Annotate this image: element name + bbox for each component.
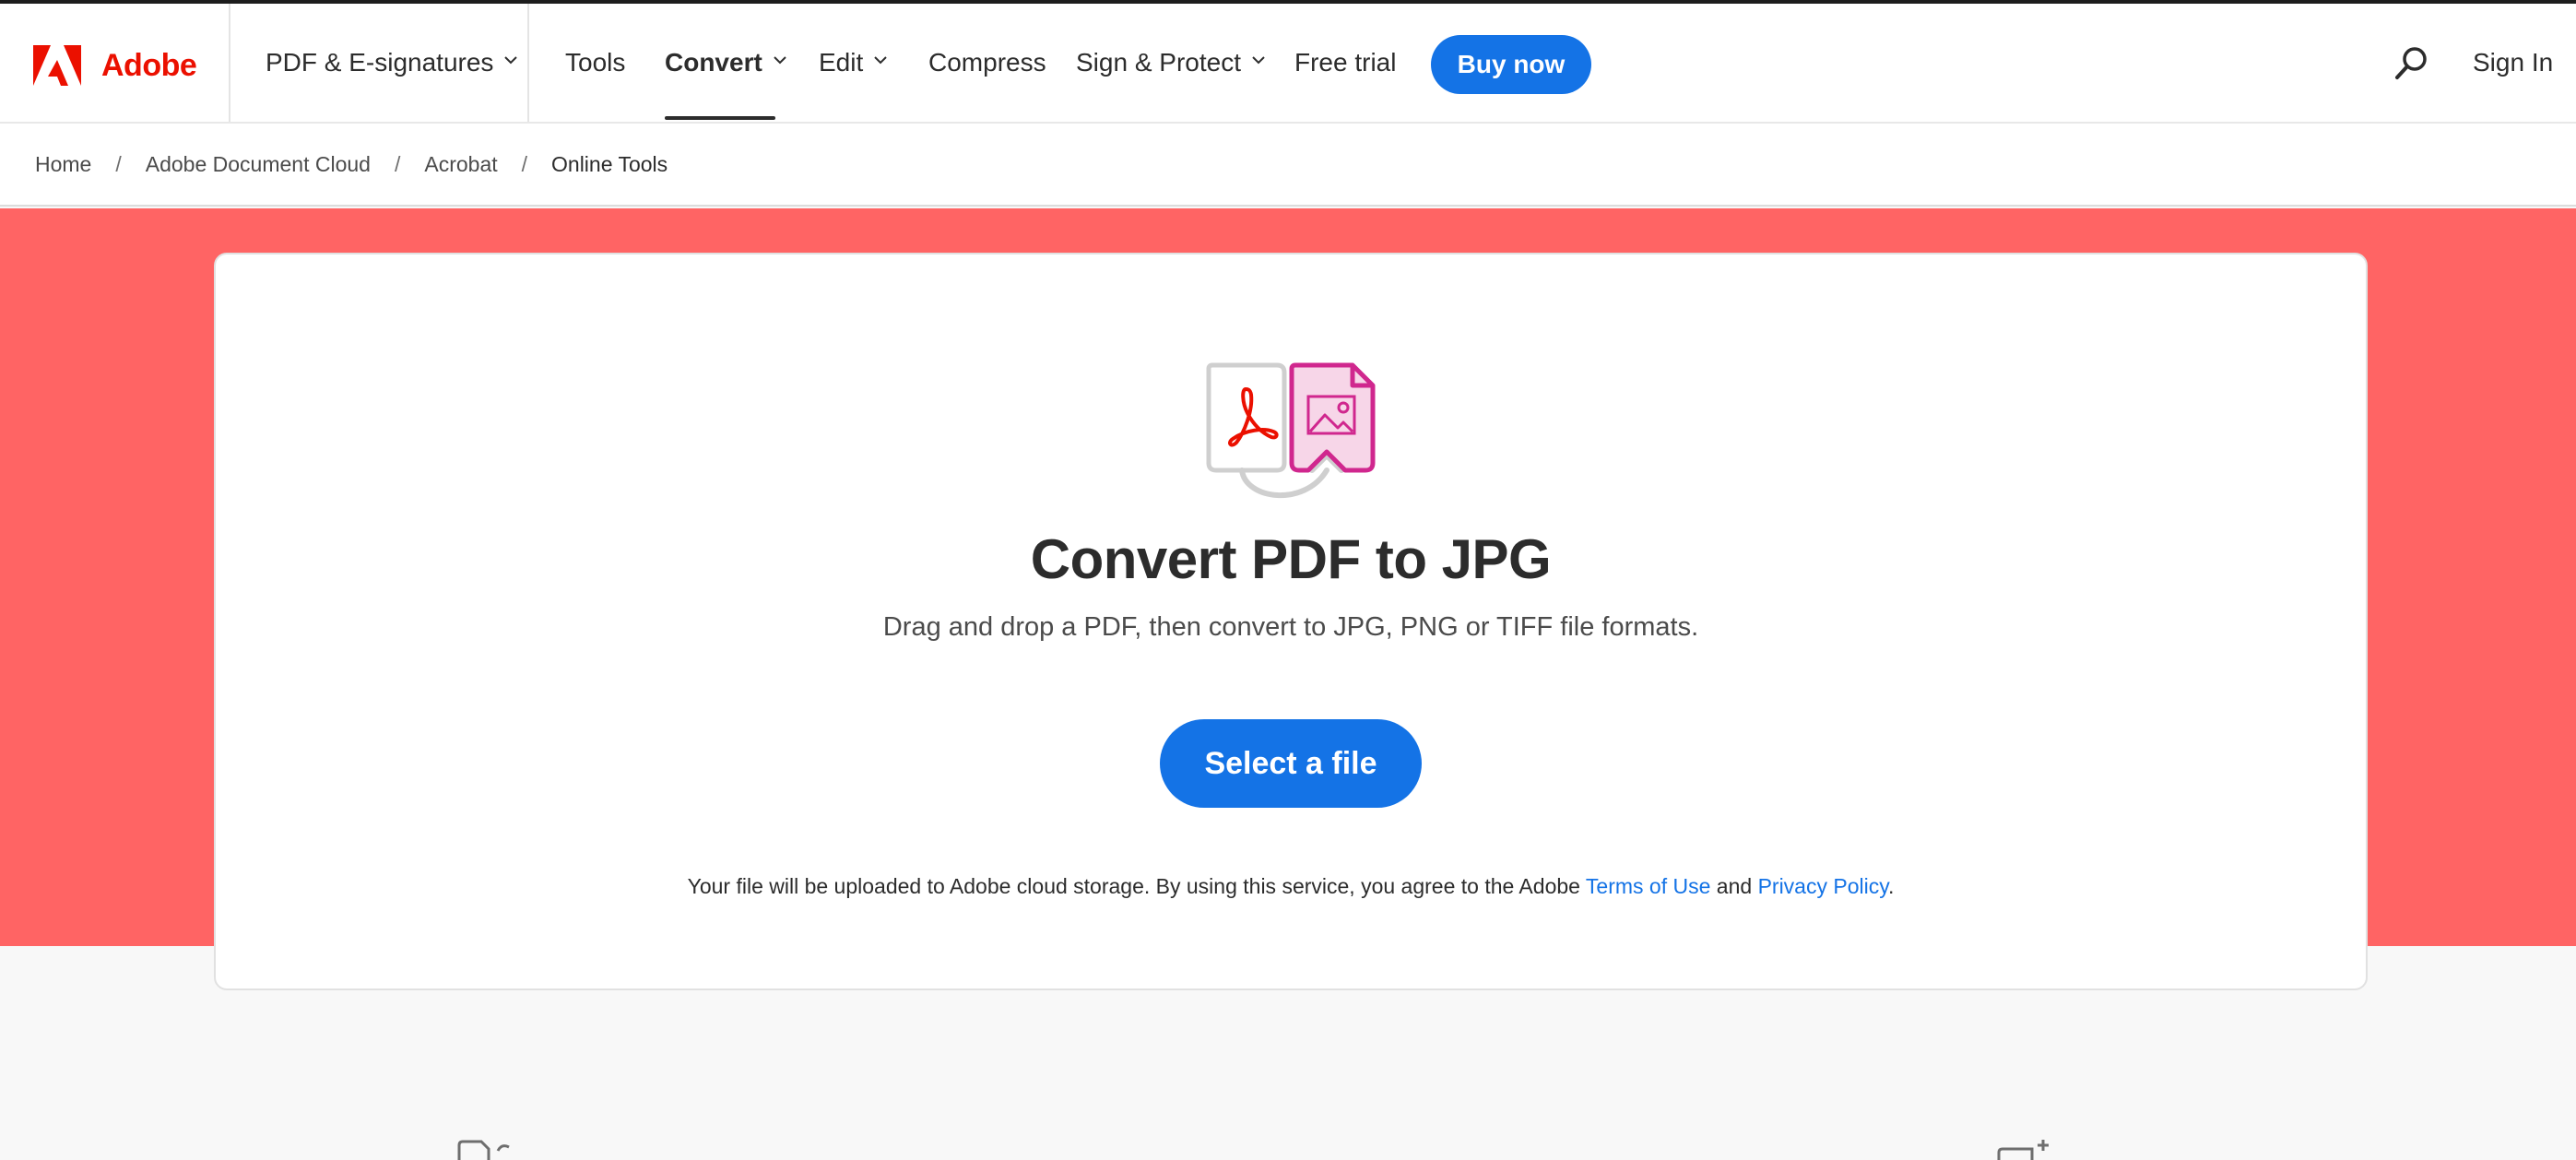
global-nav: Adobe PDF & E-signatures Tools Convert E… <box>0 4 2576 124</box>
legal-notice-text: Your file will be uploaded to Adobe clou… <box>687 874 1586 898</box>
adobe-wordmark: Adobe <box>101 47 197 83</box>
adobe-logo-icon <box>33 45 81 86</box>
breadcrumb-separator: / <box>394 151 401 176</box>
page-subtitle: Drag and drop a PDF, then convert to JPG… <box>882 612 1699 642</box>
nav-item-sign-protect-label: Sign & Protect <box>1076 48 1241 77</box>
nav-product-menu-label: PDF & E-signatures <box>266 48 494 77</box>
chevron-down-icon <box>1252 56 1265 65</box>
nav-item-free-trial-label: Free trial <box>1294 48 1397 77</box>
chevron-down-icon <box>874 56 887 65</box>
breadcrumb: Home / Adobe Document Cloud / Acrobat / … <box>0 124 2576 207</box>
legal-notice: Your file will be uploaded to Adobe clou… <box>216 874 2366 899</box>
select-file-button[interactable]: Select a file <box>1160 719 1422 808</box>
breadcrumb-separator: / <box>521 151 528 176</box>
nav-item-compress[interactable]: Compress <box>928 4 1046 122</box>
buy-now-button[interactable]: Buy now <box>1431 35 1591 94</box>
breadcrumb-acrobat[interactable]: Acrobat <box>424 152 497 177</box>
convert-dropzone-card[interactable]: Convert PDF to JPG Drag and drop a PDF, … <box>214 253 2368 990</box>
page-title: Convert PDF to JPG <box>1030 528 1552 590</box>
pdf-to-image-convert-icon <box>1206 362 1376 498</box>
nav-item-edit[interactable]: Edit <box>819 4 887 122</box>
nav-item-convert[interactable]: Convert <box>665 4 786 122</box>
feature-icon-convert-partial <box>457 1140 510 1160</box>
nav-item-tools-label: Tools <box>565 48 626 77</box>
nav-item-sign-protect[interactable]: Sign & Protect <box>1076 4 1265 122</box>
nav-product-menu[interactable]: PDF & E-signatures <box>266 4 518 122</box>
breadcrumb-home[interactable]: Home <box>35 152 91 177</box>
legal-and-text: and <box>1710 874 1758 898</box>
feature-icon-partial <box>1997 1140 2049 1160</box>
nav-item-convert-label: Convert <box>665 48 762 77</box>
nav-item-compress-label: Compress <box>928 48 1046 77</box>
nav-divider <box>527 4 529 122</box>
breadcrumb-separator: / <box>115 151 122 176</box>
search-button[interactable] <box>2393 44 2430 81</box>
nav-item-edit-label: Edit <box>819 48 864 77</box>
nav-divider <box>229 4 230 122</box>
legal-period: . <box>1888 874 1895 898</box>
breadcrumb-online-tools: Online Tools <box>551 151 668 176</box>
nav-active-indicator <box>665 116 775 120</box>
privacy-policy-link[interactable]: Privacy Policy <box>1758 874 1888 898</box>
terms-of-use-link[interactable]: Terms of Use <box>1586 874 1710 898</box>
search-icon <box>2395 47 2427 79</box>
nav-item-tools[interactable]: Tools <box>565 4 625 122</box>
adobe-logo-link[interactable]: Adobe <box>33 42 197 89</box>
chevron-down-icon <box>504 56 518 65</box>
nav-item-free-trial[interactable]: Free trial <box>1294 4 1396 122</box>
breadcrumb-document-cloud[interactable]: Adobe Document Cloud <box>146 152 371 177</box>
sign-in-link[interactable]: Sign In <box>2473 4 2553 122</box>
chevron-down-icon <box>774 56 786 65</box>
